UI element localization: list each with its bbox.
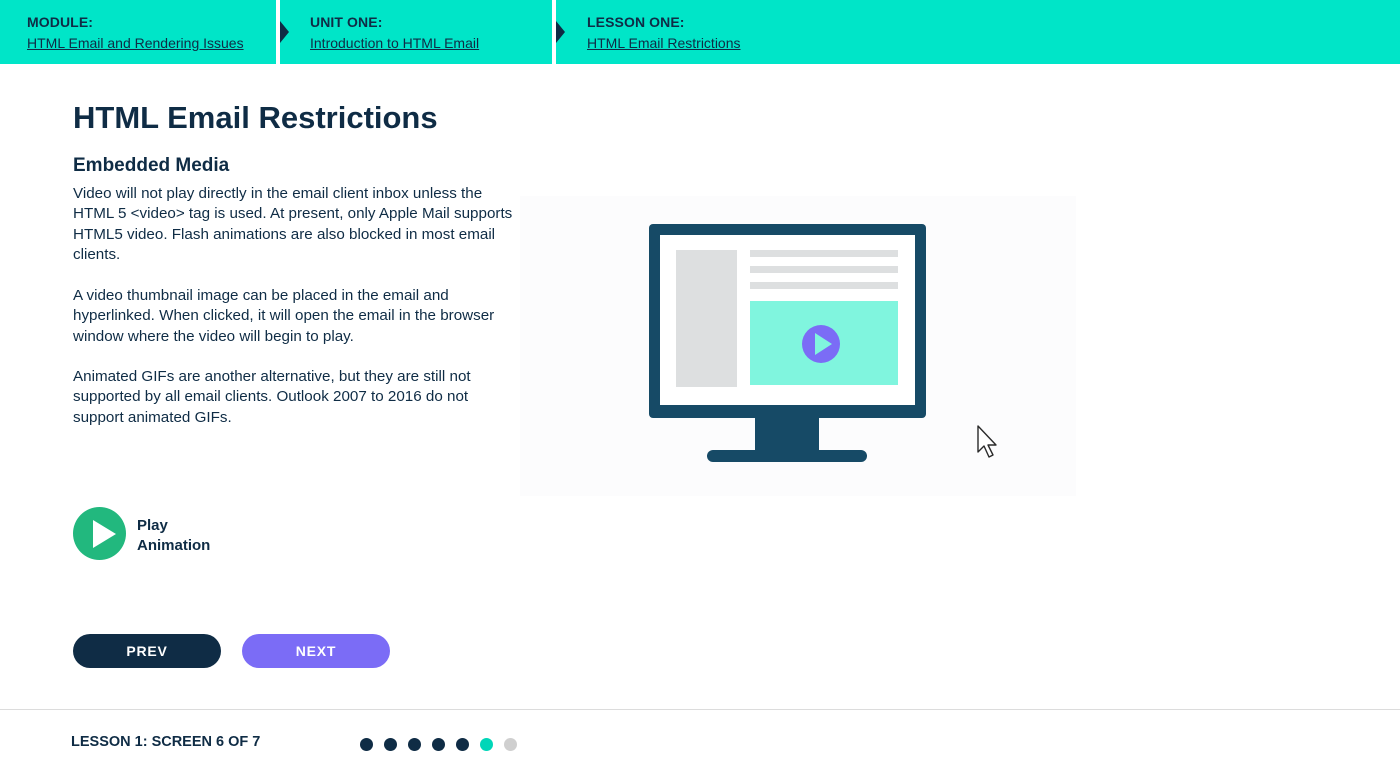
breadcrumb-module: MODULE: HTML Email and Rendering Issues	[27, 0, 244, 64]
progress-dot-3[interactable]	[408, 738, 421, 751]
progress-dot-5[interactable]	[456, 738, 469, 751]
play-animation-button[interactable]: Play Animation	[73, 507, 273, 561]
footer-divider	[0, 709, 1400, 710]
section-title: Embedded Media	[73, 155, 230, 176]
breadcrumb-lesson: LESSON ONE: HTML Email Restrictions	[587, 0, 741, 64]
illustration-svg	[520, 196, 1076, 496]
play-animation-label-line2: Animation	[137, 537, 211, 554]
breadcrumb-unit-link[interactable]: Introduction to HTML Email	[310, 35, 479, 51]
prev-button[interactable]: PREV	[73, 634, 221, 668]
paragraph-video: Video will not play directly in the emai…	[73, 185, 513, 264]
paragraph-thumbnail: A video thumbnail image can be placed in…	[73, 287, 495, 345]
page-title: HTML Email Restrictions	[73, 100, 438, 135]
email-video-illustration	[520, 196, 1076, 496]
breadcrumb-lesson-label: LESSON ONE:	[587, 14, 685, 30]
progress-dot-6[interactable]	[480, 738, 493, 751]
paragraph-gifs: Animated GIFs are another alternative, b…	[73, 368, 471, 426]
progress-dot-2[interactable]	[384, 738, 397, 751]
progress-dot-7[interactable]	[504, 738, 517, 751]
progress-dot-1[interactable]	[360, 738, 373, 751]
breadcrumb-lesson-link[interactable]: HTML Email Restrictions	[587, 35, 741, 51]
play-animation-label-line1: Play	[137, 517, 168, 534]
breadcrumb-module-label: MODULE:	[27, 14, 94, 30]
video-play-icon	[802, 325, 840, 363]
breadcrumb-unit: UNIT ONE: Introduction to HTML Email	[310, 0, 479, 64]
breadcrumb-module-link[interactable]: HTML Email and Rendering Issues	[27, 35, 244, 51]
play-icon[interactable]	[73, 507, 126, 560]
progress-dot-4[interactable]	[432, 738, 445, 751]
chevron-right-icon	[556, 21, 565, 43]
chevron-right-icon	[280, 21, 289, 43]
play-animation-label: Play Animation	[137, 516, 247, 556]
breadcrumb-unit-label: UNIT ONE:	[310, 14, 383, 30]
next-button[interactable]: NEXT	[242, 634, 390, 668]
lesson-progress-text: LESSON 1: SCREEN 6 OF 7	[71, 734, 261, 750]
breadcrumb: MODULE: HTML Email and Rendering Issues …	[0, 0, 1400, 64]
